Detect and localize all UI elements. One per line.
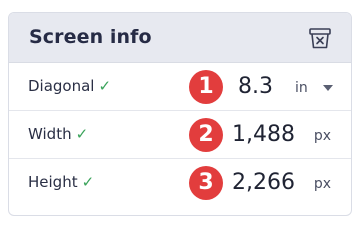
step-badge: 2 xyxy=(189,118,223,152)
trash-x-icon[interactable] xyxy=(307,25,333,51)
diagonal-unit: in xyxy=(295,80,308,96)
chevron-down-icon xyxy=(323,85,333,91)
width-value[interactable]: 1,488 xyxy=(232,122,295,147)
diagonal-label: Diagonal ✓ xyxy=(28,77,112,95)
step-badge: 3 xyxy=(189,166,223,200)
panel-header: Screen info xyxy=(9,13,351,63)
check-icon: ✓ xyxy=(81,173,95,191)
height-value[interactable]: 2,266 xyxy=(232,170,295,195)
diagonal-value[interactable]: 8.3 xyxy=(238,74,273,99)
height-label: Height ✓ xyxy=(28,173,95,191)
width-unit: px xyxy=(313,128,331,144)
height-unit: px xyxy=(313,176,331,192)
row-height: Height ✓ 3 2,266 px xyxy=(9,159,351,207)
check-icon: ✓ xyxy=(75,125,89,143)
row-width: Width ✓ 2 1,488 px xyxy=(9,111,351,159)
check-icon: ✓ xyxy=(98,77,112,95)
step-badge: 1 xyxy=(189,70,223,104)
width-label: Width ✓ xyxy=(28,125,89,143)
screen-info-panel: Screen info Diagonal ✓ 1 8.3 in Width ✓ 2 … xyxy=(8,12,352,216)
panel-title: Screen info xyxy=(29,26,152,48)
diagonal-unit-select[interactable]: in xyxy=(283,73,337,101)
row-diagonal: Diagonal ✓ 1 8.3 in xyxy=(9,63,351,111)
